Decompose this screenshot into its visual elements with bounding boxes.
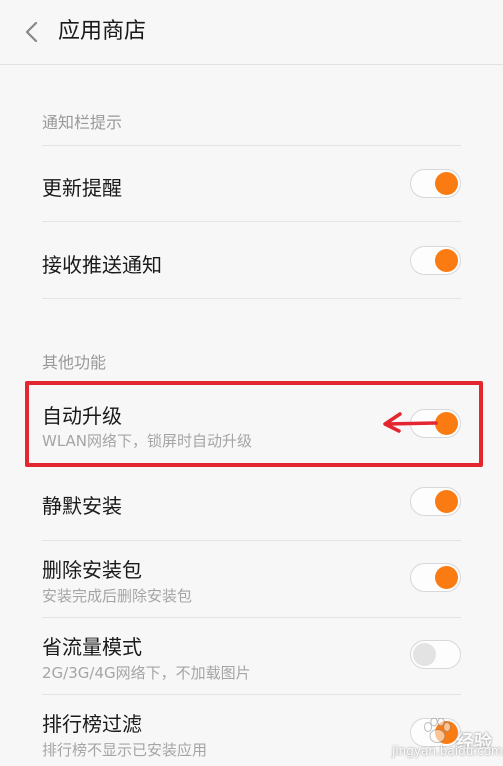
update-reminder-toggle[interactable]	[410, 169, 461, 198]
setting-label: 排行榜过滤	[42, 712, 142, 736]
page-title: 应用商店	[58, 19, 147, 44]
toggle-knob	[435, 412, 458, 435]
setting-label: 省流量模式	[42, 635, 142, 659]
setting-row-silent-install[interactable]: 静默安装	[42, 465, 461, 541]
push-notifications-toggle[interactable]	[410, 246, 461, 275]
delete-package-toggle[interactable]	[410, 563, 461, 592]
setting-description: 2G/3G/4G网络下，不加载图片	[42, 664, 251, 682]
setting-row-data-saver[interactable]: 省流量模式 2G/3G/4G网络下，不加载图片	[42, 617, 461, 695]
toggle-knob	[413, 643, 436, 666]
section-title-other: 其他功能	[42, 353, 107, 372]
app-header: 应用商店	[0, 0, 503, 65]
watermark-text: 经验	[456, 732, 492, 753]
divider	[42, 298, 461, 299]
setting-row-ranking-filter[interactable]: 排行榜过滤 排行榜不显示已安装应用	[42, 694, 461, 766]
silent-install-toggle[interactable]	[410, 487, 461, 516]
chevron-left-icon	[25, 21, 38, 43]
setting-row-auto-upgrade[interactable]: 自动升级 WLAN网络下，锁屏时自动升级	[42, 385, 461, 465]
setting-label: 删除安装包	[42, 558, 142, 582]
setting-label: 自动升级	[42, 404, 122, 428]
setting-label: 更新提醒	[42, 176, 122, 200]
setting-label: 接收推送通知	[42, 253, 162, 277]
setting-description: 安装完成后删除安装包	[42, 587, 193, 605]
setting-description: WLAN网络下，锁屏时自动升级	[42, 432, 253, 450]
setting-label: 静默安装	[42, 494, 122, 518]
toggle-knob	[435, 721, 458, 744]
auto-upgrade-toggle[interactable]	[410, 409, 461, 438]
toggle-knob	[435, 172, 458, 195]
back-button[interactable]	[14, 14, 50, 50]
setting-row-update-reminder[interactable]: 更新提醒	[42, 146, 461, 222]
setting-description: 排行榜不显示已安装应用	[42, 741, 208, 759]
data-saver-toggle[interactable]	[410, 640, 461, 669]
ranking-filter-toggle[interactable]	[410, 718, 461, 747]
setting-row-delete-package[interactable]: 删除安装包 安装完成后删除安装包	[42, 540, 461, 618]
toggle-knob	[435, 249, 458, 272]
setting-row-push-notifications[interactable]: 接收推送通知	[42, 222, 461, 299]
toggle-knob	[435, 490, 458, 513]
section-title-notification: 通知栏提示	[42, 113, 123, 132]
toggle-knob	[435, 566, 458, 589]
